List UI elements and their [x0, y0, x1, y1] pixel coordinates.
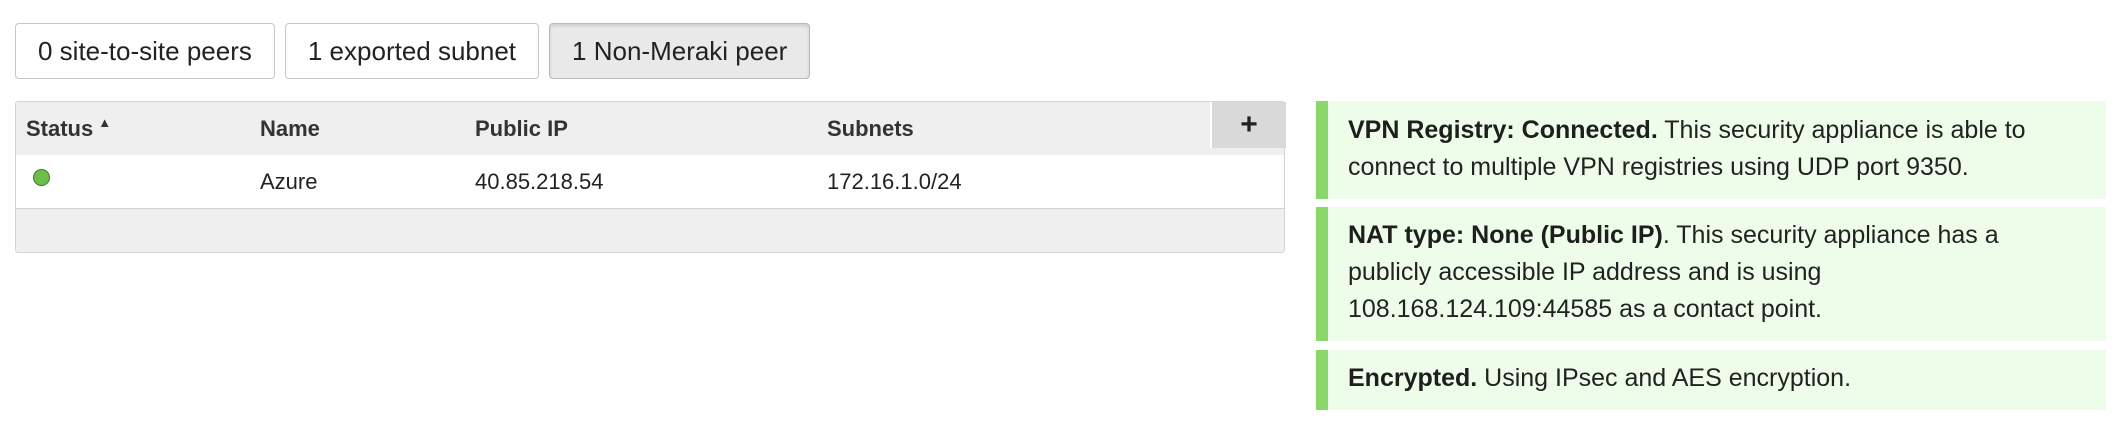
- nat-type-title: NAT type: None (Public IP): [1348, 221, 1663, 249]
- column-header-status[interactable]: Status ▲: [26, 102, 111, 155]
- status-online-icon: [33, 169, 50, 186]
- column-header-subnets[interactable]: Subnets: [827, 102, 914, 155]
- sort-ascending-icon: ▲: [98, 115, 112, 130]
- nat-type-status: NAT type: None (Public IP). This securit…: [1316, 207, 2106, 341]
- add-peer-button[interactable]: +: [1210, 102, 1286, 148]
- column-header-status-label: Status: [26, 116, 94, 141]
- column-header-public-ip[interactable]: Public IP: [475, 102, 568, 155]
- encryption-title: Encrypted.: [1348, 364, 1478, 392]
- table-header: Status ▲ Name Public IP Subnets +: [16, 102, 1286, 156]
- tab-exported-subnets[interactable]: 1 exported subnet: [284, 23, 540, 79]
- table-row[interactable]: Azure 40.85.218.54 172.16.1.0/24: [16, 155, 1284, 209]
- peer-tabs: 0 site-to-site peers 1 exported subnet 1…: [15, 23, 811, 79]
- peer-name: Azure: [260, 169, 318, 194]
- encryption-text: Using IPsec and AES encryption.: [1477, 364, 1852, 392]
- encryption-status: Encrypted. Using IPsec and AES encryptio…: [1316, 350, 2106, 410]
- vpn-registry-title: VPN Registry: Connected.: [1348, 116, 1658, 144]
- peer-public-ip: 40.85.218.54: [475, 169, 604, 194]
- column-header-name[interactable]: Name: [260, 102, 320, 155]
- tab-site-to-site-peers[interactable]: 0 site-to-site peers: [15, 23, 275, 79]
- peer-subnets: 172.16.1.0/24: [827, 169, 962, 194]
- tab-non-meraki-peers[interactable]: 1 Non-Meraki peer: [549, 23, 811, 79]
- peers-table: Status ▲ Name Public IP Subnets + Azure 4…: [15, 101, 1286, 253]
- vpn-registry-status: VPN Registry: Connected. This security a…: [1316, 101, 2106, 199]
